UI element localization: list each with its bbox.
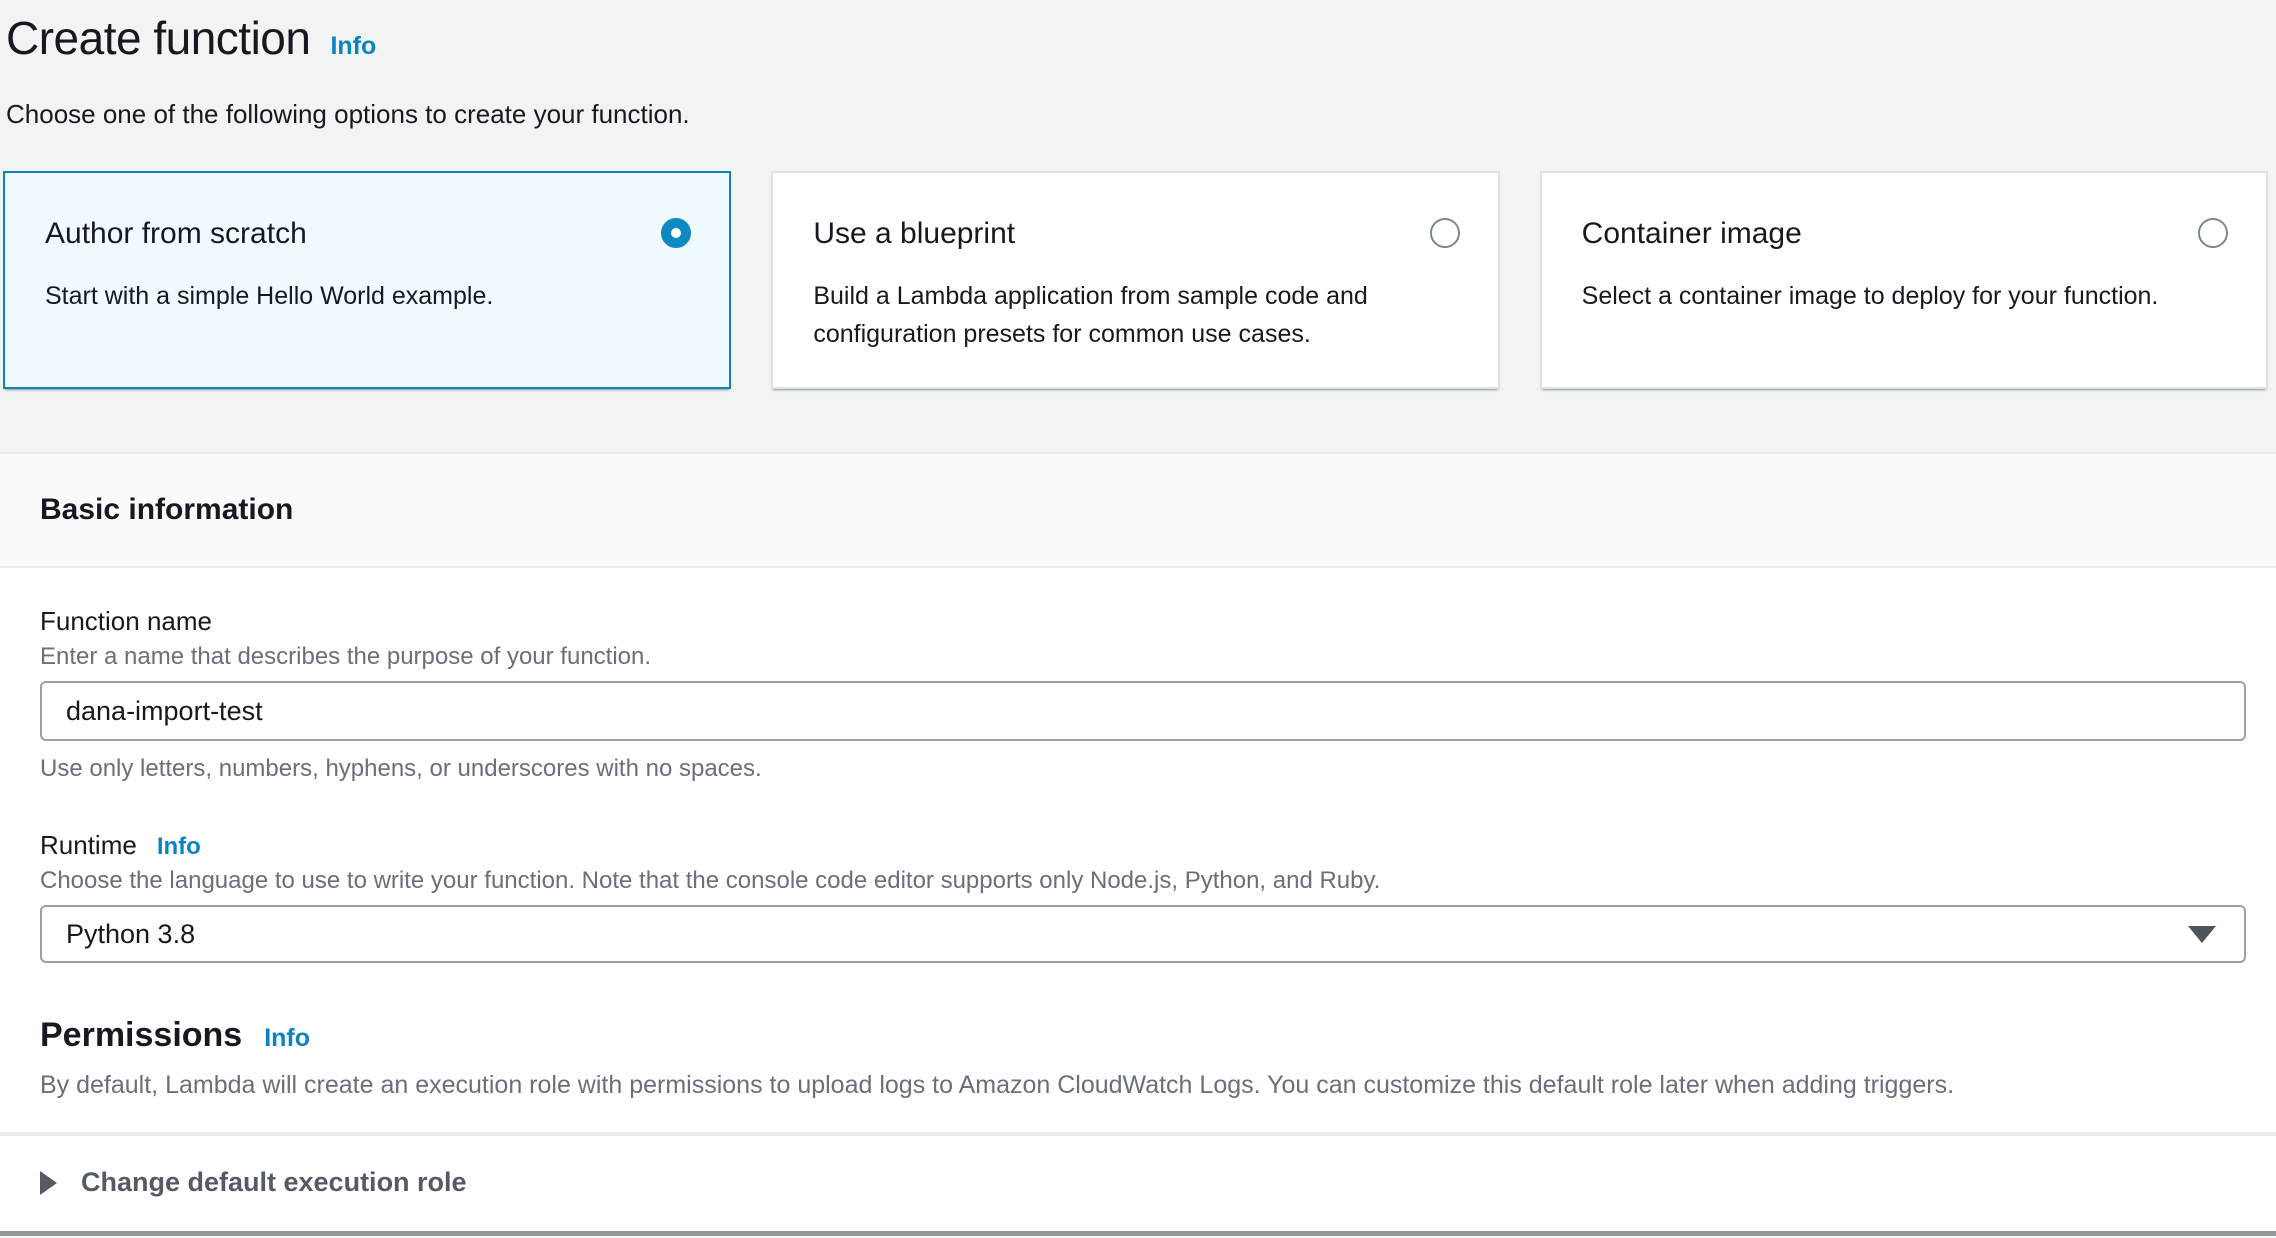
permissions-info-link[interactable]: Info [264,1024,310,1053]
permissions-title: Permissions [40,1015,242,1055]
basic-information-title: Basic information [40,493,293,527]
container-image-radio[interactable] [2198,218,2228,248]
function-name-constraint: Use only letters, numbers, hyphens, or u… [40,755,2246,783]
expand-triangle-icon [40,1171,57,1195]
runtime-label: Runtime [40,829,137,861]
runtime-info-link[interactable]: Info [157,833,201,861]
runtime-select[interactable]: Python 3.8 [40,905,2246,963]
tile-container-image[interactable]: Container image Select a container image… [1540,171,2268,389]
runtime-field-group: Runtime Info Choose the language to use … [40,829,2246,963]
basic-information-form: Function name Enter a name that describe… [0,568,2276,1099]
tile-description: Select a container image to deploy for y… [1582,277,2228,315]
tile-description: Start with a simple Hello World example. [45,277,691,315]
chevron-down-icon [2188,926,2216,943]
create-function-page: Create function Info Choose one of the f… [0,0,2276,1237]
author-from-scratch-radio-selected[interactable] [661,218,691,248]
tile-description: Build a Lambda application from sample c… [813,277,1459,353]
function-name-label: Function name [40,605,2246,637]
page-subtitle: Choose one of the following options to c… [6,99,2276,129]
tile-title: Use a blueprint [813,215,1015,253]
use-a-blueprint-radio[interactable] [1430,218,1460,248]
change-default-execution-role-expander[interactable]: Change default execution role [0,1136,2276,1229]
change-default-execution-role-label: Change default execution role [81,1167,467,1198]
runtime-selected-value: Python 3.8 [66,919,195,950]
tile-use-a-blueprint[interactable]: Use a blueprint Build a Lambda applicati… [771,171,1499,389]
basic-information-body: Function name Enter a name that describe… [0,568,2276,1237]
bottom-divider-bar [0,1231,2276,1236]
page-title: Create function [6,10,310,66]
function-name-description: Enter a name that describes the purpose … [40,643,2246,671]
basic-information-header: Basic information [0,454,2276,568]
tile-title: Container image [1582,215,1802,253]
permissions-section: Permissions Info By default, Lambda will… [40,1015,2246,1099]
tile-title: Author from scratch [45,215,307,253]
function-name-field-group: Function name Enter a name that describe… [40,605,2246,783]
creation-option-tiles: Author from scratch Start with a simple … [3,171,2268,389]
function-name-input[interactable] [40,681,2246,741]
runtime-description: Choose the language to use to write your… [40,867,2246,895]
basic-information-panel: Basic information Function name Enter a … [0,452,2276,1237]
page-header: Create function Info Choose one of the f… [0,0,2276,129]
page-title-info-link[interactable]: Info [330,32,376,61]
permissions-description: By default, Lambda will create an execut… [40,1071,2246,1099]
tile-author-from-scratch[interactable]: Author from scratch Start with a simple … [3,171,731,389]
